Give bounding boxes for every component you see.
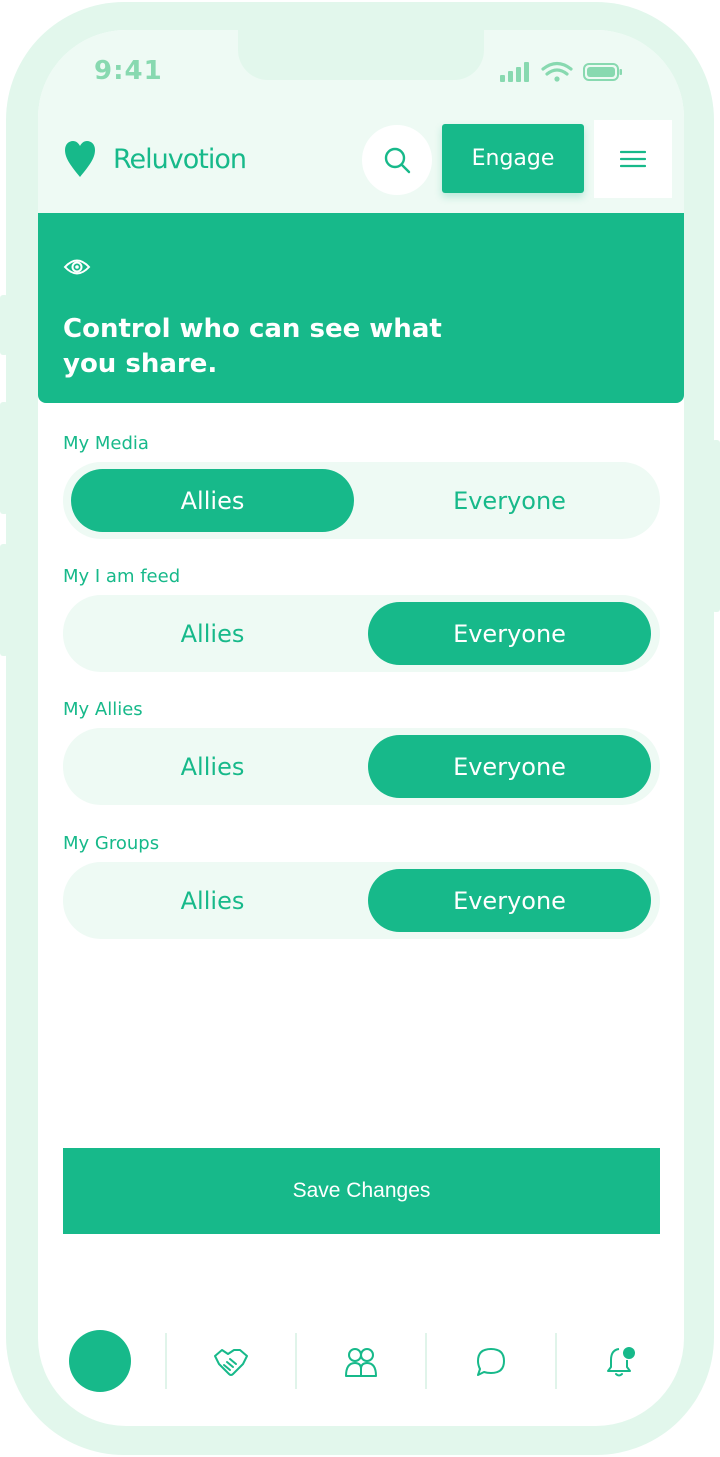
status-time: 9:41 [94,56,163,86]
setting-label-media: My Media [63,433,149,454]
toggle-media-everyone[interactable]: Everyone [368,469,651,532]
nav-groups[interactable] [341,1342,381,1382]
phone-screen: 9:41 Reluvotion Engage Control who can s… [38,30,684,1426]
toggle-groups: Allies Everyone [63,862,660,939]
banner-title: Control who can see what you share. [63,314,442,379]
eye-icon [63,257,91,281]
nav-divider [165,1333,167,1389]
toggle-allies-allies[interactable]: Allies [71,735,354,798]
nav-avatar[interactable] [69,1330,131,1392]
side-button-silent [0,295,8,355]
battery-icon [583,63,622,81]
search-button[interactable] [362,125,432,195]
toggle-groups-allies[interactable]: Allies [71,869,354,932]
menu-button[interactable] [594,120,672,198]
people-icon [345,1348,377,1377]
notch [238,30,484,80]
save-changes-button[interactable]: Save Changes [63,1148,660,1234]
wifi-icon [541,61,573,82]
hamburger-menu-icon [620,150,646,168]
toggle-feed-everyone[interactable]: Everyone [368,602,651,665]
setting-label-groups: My Groups [63,833,160,854]
toggle-media-allies[interactable]: Allies [71,469,354,532]
side-button-volume-up [0,402,8,514]
toggle-allies: Allies Everyone [63,728,660,805]
side-button-volume-down [0,544,8,656]
nav-notifications[interactable] [601,1342,641,1382]
toggle-feed: Allies Everyone [63,595,660,672]
bottom-nav [38,1320,684,1400]
heart-logo-icon [64,140,96,182]
toggle-media: Allies Everyone [63,462,660,539]
toggle-allies-everyone[interactable]: Everyone [368,735,651,798]
signal-icon [500,62,529,82]
nav-divider [555,1333,557,1389]
nav-handshake[interactable] [211,1342,251,1382]
toggle-groups-everyone[interactable]: Everyone [368,869,651,932]
toggle-feed-allies[interactable]: Allies [71,602,354,665]
side-button-power [712,440,720,612]
nav-divider [295,1333,297,1389]
status-icons [500,60,624,88]
handshake-icon [214,1349,248,1376]
brand-name: Reluvotion [113,144,247,175]
nav-chat[interactable] [471,1342,511,1382]
bell-icon [607,1347,635,1377]
privacy-banner: Control who can see what you share. [38,213,684,403]
chat-icon [477,1348,505,1376]
search-icon [384,147,411,174]
setting-label-feed: My I am feed [63,566,181,587]
nav-divider [425,1333,427,1389]
setting-label-allies: My Allies [63,699,143,720]
engage-button[interactable]: Engage [442,124,584,193]
